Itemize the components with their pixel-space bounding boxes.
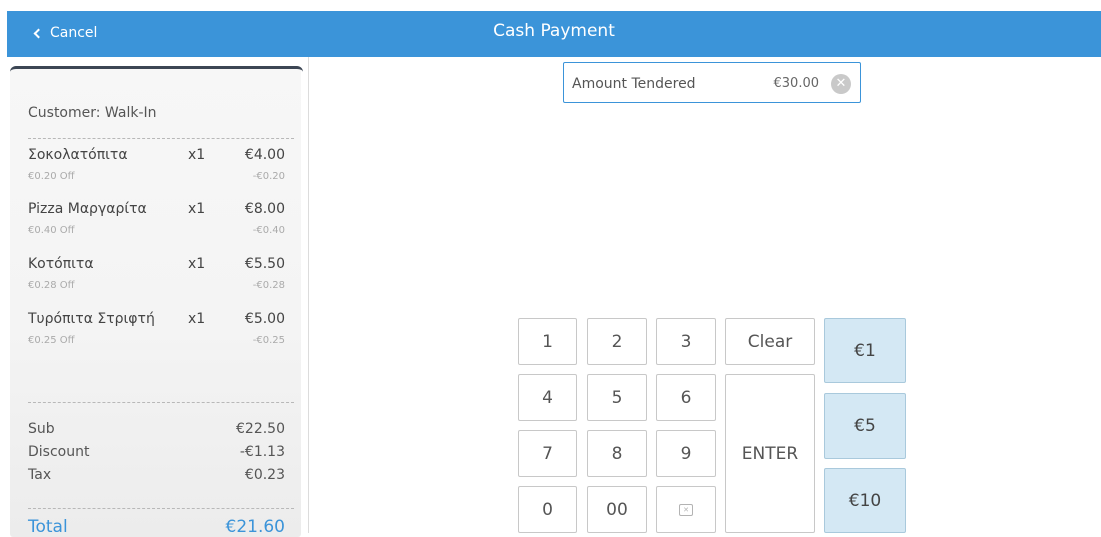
- tax-value: €0.23: [244, 467, 285, 483]
- key-0[interactable]: 0: [518, 486, 577, 533]
- customer-label: Customer: Walk-In: [28, 105, 157, 121]
- key-9[interactable]: 9: [656, 430, 716, 477]
- discount-label: Discount: [28, 444, 90, 460]
- discount-value: -€1.13: [239, 444, 285, 460]
- line-item[interactable]: Σοκολατόπιτα x1 €4.00 €0.20 Off -€0.20: [28, 147, 285, 191]
- item-qty: x1: [188, 201, 206, 217]
- item-price: €5.00: [244, 311, 285, 327]
- item-discount-value: -€0.40: [252, 225, 285, 236]
- subtotal-label: Sub: [28, 421, 55, 437]
- key-5[interactable]: 5: [587, 374, 647, 421]
- item-name: Pizza Μαργαρίτα: [28, 201, 147, 217]
- item-name: Κοτόπιτα: [28, 256, 94, 272]
- page-title: Cash Payment: [493, 21, 615, 41]
- item-qty: x1: [188, 311, 206, 327]
- quick-cash-5[interactable]: €5: [824, 393, 906, 459]
- item-discount-label: €0.40 Off: [28, 225, 75, 236]
- item-name: Σοκολατόπιτα: [28, 147, 128, 163]
- divider: [28, 508, 294, 509]
- item-price: €8.00: [244, 201, 285, 217]
- clear-button[interactable]: Clear: [725, 318, 815, 365]
- divider: [28, 402, 294, 403]
- amount-tendered-field[interactable]: Amount Tendered €30.00 ✕: [563, 62, 861, 103]
- total-row: Total €21.60: [28, 517, 285, 537]
- key-3[interactable]: 3: [656, 318, 716, 365]
- item-discount-value: -€0.28: [252, 280, 285, 291]
- enter-button[interactable]: ENTER: [725, 374, 815, 533]
- item-qty: x1: [188, 147, 206, 163]
- total-label: Total: [28, 517, 68, 537]
- backspace-button[interactable]: ✕: [656, 486, 716, 533]
- subtotal-value: €22.50: [236, 421, 285, 437]
- line-item[interactable]: Τυρόπιτα Στριφτή x1 €5.00 €0.25 Off -€0.…: [28, 311, 285, 355]
- item-name: Τυρόπιτα Στριφτή: [28, 311, 155, 327]
- item-discount-label: €0.28 Off: [28, 280, 75, 291]
- item-discount-value: -€0.25: [252, 335, 285, 346]
- line-item[interactable]: Κοτόπιτα x1 €5.50 €0.28 Off -€0.28: [28, 256, 285, 300]
- amount-tendered-label: Amount Tendered: [572, 76, 696, 92]
- backspace-icon: ✕: [679, 503, 693, 516]
- key-7[interactable]: 7: [518, 430, 577, 477]
- receipt-panel: Customer: Walk-In Σοκολατόπιτα x1 €4.00 …: [7, 57, 309, 537]
- key-8[interactable]: 8: [587, 430, 647, 477]
- key-2[interactable]: 2: [587, 318, 647, 365]
- item-discount-label: €0.20 Off: [28, 171, 75, 182]
- divider: [28, 138, 294, 139]
- item-price: €4.00: [244, 147, 285, 163]
- receipt: Customer: Walk-In Σοκολατόπιτα x1 €4.00 …: [10, 67, 301, 537]
- key-00[interactable]: 00: [587, 486, 647, 533]
- item-discount-label: €0.25 Off: [28, 335, 75, 346]
- line-item[interactable]: Pizza Μαργαρίτα x1 €8.00 €0.40 Off -€0.4…: [28, 201, 285, 245]
- quick-cash-10[interactable]: €10: [824, 468, 906, 533]
- header-bar: Cancel Cash Payment: [7, 11, 1101, 57]
- tax-row: Tax €0.23: [28, 467, 285, 483]
- key-1[interactable]: 1: [518, 318, 577, 365]
- close-circle-icon[interactable]: ✕: [831, 74, 851, 94]
- item-price: €5.50: [244, 256, 285, 272]
- item-qty: x1: [188, 256, 206, 272]
- amount-tendered-value: €30.00: [773, 76, 820, 91]
- receipt-roll-edge: [10, 66, 303, 72]
- tax-label: Tax: [28, 467, 52, 483]
- key-4[interactable]: 4: [518, 374, 577, 421]
- quick-cash-1[interactable]: €1: [824, 318, 906, 383]
- total-value: €21.60: [225, 517, 285, 537]
- discount-row: Discount -€1.13: [28, 444, 285, 460]
- key-6[interactable]: 6: [656, 374, 716, 421]
- item-discount-value: -€0.20: [252, 171, 285, 182]
- subtotal-row: Sub €22.50: [28, 421, 285, 437]
